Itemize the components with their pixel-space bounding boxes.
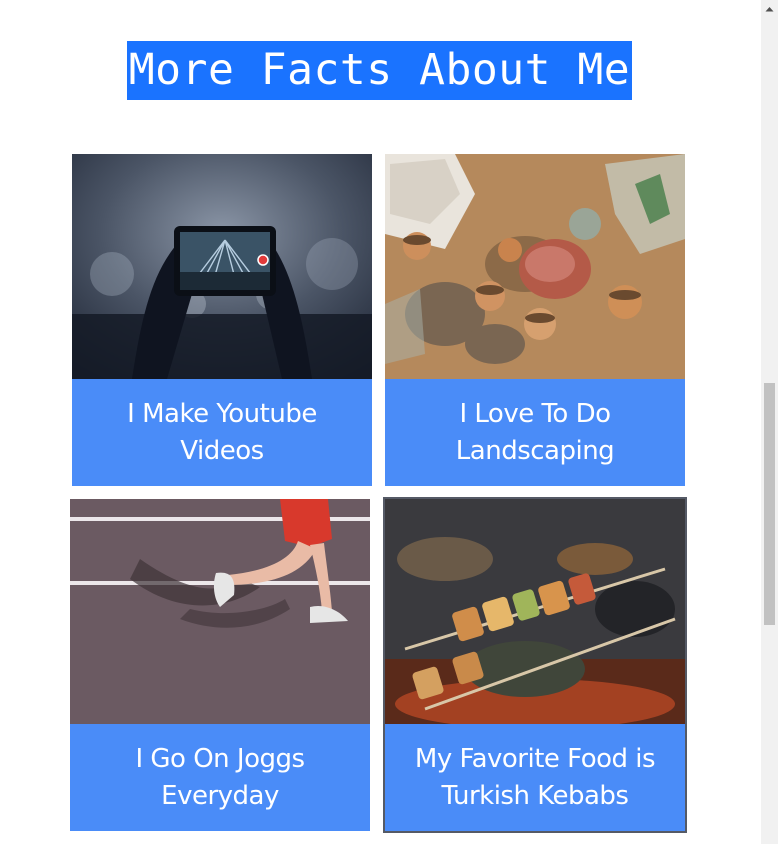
runner-legs-on-track-photo [70,499,370,724]
section-title: More Facts About Me [126,41,633,100]
fact-card-landscaping[interactable]: I Love To Do Landscaping [385,154,685,486]
fact-card-youtube[interactable]: I Make Youtube Videos [72,154,372,486]
phone-recording-concert-photo [72,154,372,379]
page: More Facts About Me I Make Youtube Video… [0,0,778,844]
vertical-scrollbar[interactable] [761,0,778,844]
grilled-kebabs-photo [385,499,685,724]
chevron-up-icon[interactable] [761,0,778,17]
section-heading-wrapper: More Facts About Me [0,41,759,100]
fact-card-caption: I Love To Do Landscaping [455,398,615,466]
scrollbar-thumb[interactable] [764,383,775,625]
fact-card-caption: I Make Youtube Videos [127,398,317,466]
fact-card-jogging[interactable]: I Go On Joggs Everyday [70,499,370,831]
fact-card-kebabs[interactable]: My Favorite Food is Turkish Kebabs [383,497,687,833]
fact-card-caption: I Go On Joggs Everyday [135,743,305,811]
fact-card-caption: My Favorite Food is Turkish Kebabs [414,743,656,811]
soil-and-plant-pots-photo [385,154,685,379]
